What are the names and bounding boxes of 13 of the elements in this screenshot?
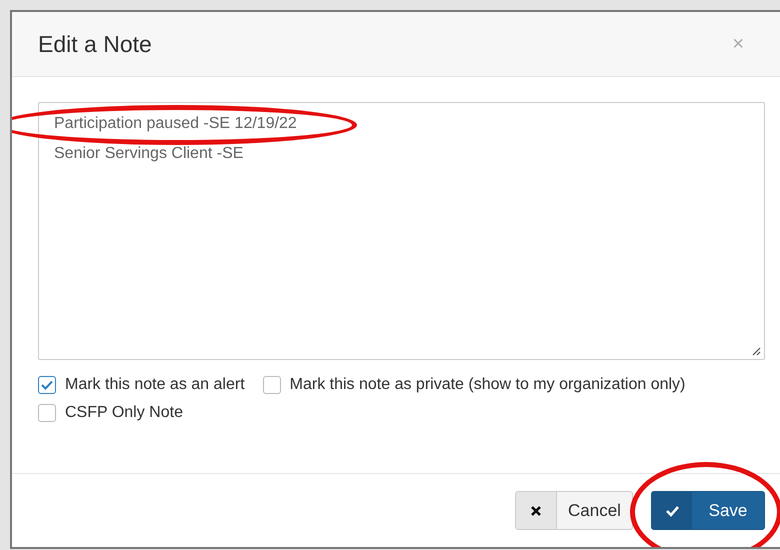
checkbox[interactable]	[262, 376, 281, 394]
checkmark-icon	[664, 504, 680, 518]
resize-grip-icon[interactable]	[752, 347, 761, 356]
cancel-button[interactable]: Cancel	[515, 491, 633, 530]
dialog-title: Edit a Note	[38, 30, 152, 58]
checkbox-label: CSFP Only Note	[65, 404, 183, 422]
save-button[interactable]: Save	[651, 491, 765, 530]
checkbox[interactable]	[38, 404, 56, 422]
close-icon	[528, 504, 544, 518]
checkbox-label: Mark this note as an alert	[65, 376, 245, 394]
checkbox[interactable]	[38, 376, 56, 394]
checkbox-label: Mark this note as private (show to my organization only)	[290, 376, 686, 394]
note-field[interactable]: Participation paused -SE 12/19/22 Senior Servings Client -SE	[38, 102, 765, 360]
